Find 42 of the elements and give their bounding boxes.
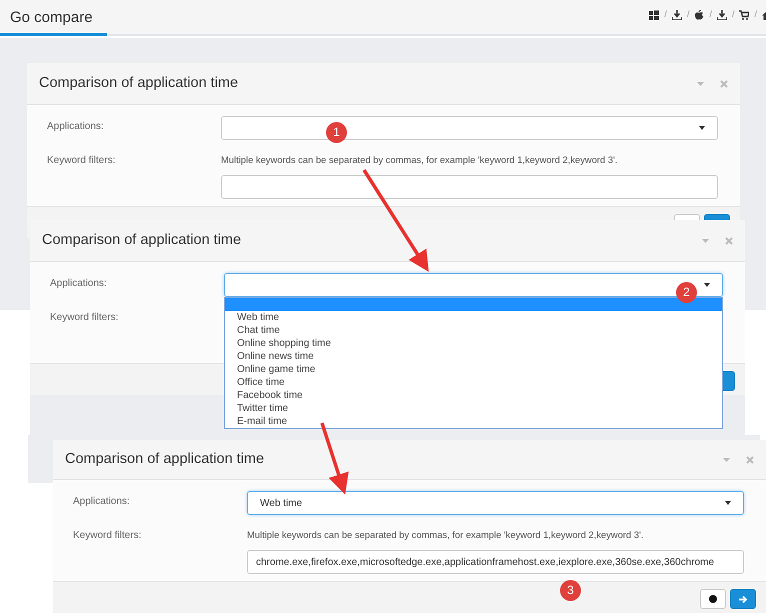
apple-icon[interactable] (694, 10, 704, 20)
field-label: Keyword filters: (73, 529, 142, 543)
keyword-input[interactable]: chrome.exe,firefox.exe,microsoftedge.exe,applicationframehost.exe,iexplore.exe,360se.exe,360chrome (247, 550, 744, 574)
help-text: Multiple keywords can be separated by commas, for example 'keyword 1,keyword 2,keyword 3'. (247, 528, 644, 542)
dropdown-option[interactable]: E-mail time (225, 415, 722, 428)
dropdown-option[interactable]: Online shopping time (225, 337, 722, 350)
dialog-title: Comparison of application time (65, 450, 264, 469)
dropdown-option[interactable]: Chat time (225, 324, 722, 337)
dialog-title: Comparison of application time (42, 230, 242, 250)
separator-slash: / (732, 8, 734, 22)
dot-icon (709, 595, 717, 603)
next-button[interactable] (730, 589, 756, 609)
applications-select[interactable] (221, 116, 718, 140)
field-label: Applications: (73, 495, 131, 509)
applications-select[interactable] (224, 273, 723, 297)
cart-icon[interactable] (739, 10, 750, 20)
field-label: Keyword filters: (50, 311, 120, 325)
dropdown-option[interactable]: Facebook time (225, 389, 722, 402)
field-label: Applications: (47, 120, 105, 134)
download-icon[interactable] (716, 10, 727, 20)
caret-icon[interactable] (699, 126, 705, 130)
dropdown-option[interactable]: Online game time (225, 363, 722, 376)
applications-select[interactable]: Web time (247, 491, 744, 515)
dropdown-option[interactable]: Office time (225, 376, 722, 389)
caret-icon[interactable] (704, 283, 710, 287)
separator-slash: / (664, 8, 667, 22)
keyword-input[interactable] (221, 175, 718, 199)
dropdown-option[interactable]: Online news time (225, 350, 722, 363)
windows-icon[interactable] (649, 10, 660, 20)
field-label: Applications: (50, 277, 108, 291)
record-button[interactable] (700, 589, 726, 609)
caret-icon[interactable] (725, 501, 731, 505)
separator-slash: / (754, 8, 757, 22)
field-label: Keyword filters: (47, 154, 116, 168)
help-text: Multiple keywords can be separated by commas, for example 'keyword 1,keyword 2,keyword 3'. (221, 153, 618, 167)
arrow-right-icon (738, 594, 748, 604)
dropdown-option[interactable]: Web time (225, 311, 722, 324)
separator-slash: / (686, 8, 690, 22)
dialog-title: Comparison of application time (39, 74, 238, 93)
separator-slash: / (709, 8, 712, 22)
dropdown-option[interactable]: Twitter time (225, 402, 722, 415)
download-icon[interactable] (672, 10, 682, 20)
